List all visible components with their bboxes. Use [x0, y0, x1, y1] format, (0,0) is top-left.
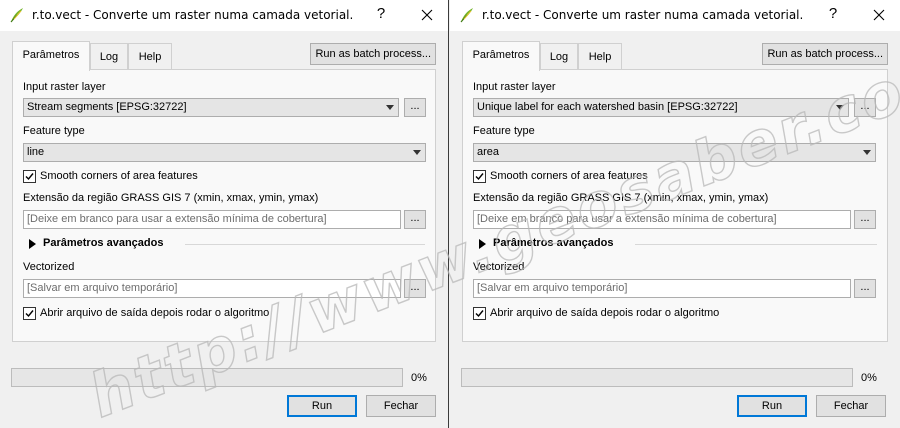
tab-help[interactable]: Help [128, 43, 172, 69]
batch-process-button[interactable]: Run as batch process... [310, 43, 436, 65]
checkbox-box[interactable] [473, 170, 486, 183]
chevron-down-icon [413, 150, 421, 155]
dialog-right: r.to.vect - Converte um raster numa cama… [450, 0, 900, 428]
vectorized-output-input[interactable]: [Salvar em arquivo temporário] [473, 279, 851, 298]
extent-browse-button[interactable]: ... [404, 210, 426, 229]
input-raster-browse-button[interactable]: ... [404, 98, 426, 117]
progress-bar [461, 368, 853, 387]
window-title: r.to.vect - Converte um raster numa cama… [482, 8, 804, 22]
open-output-label: Abrir arquivo de saída depois rodar o al… [490, 307, 720, 319]
progress-bar [11, 368, 403, 387]
triangle-right-icon [29, 239, 36, 249]
advanced-parameters-toggle[interactable]: Parâmetros avançados [29, 237, 425, 251]
vectorized-output-input[interactable]: [Salvar em arquivo temporário] [23, 279, 401, 298]
help-icon[interactable]: ? [371, 5, 391, 22]
chevron-down-icon [836, 105, 844, 110]
progress-percent: 0% [411, 372, 427, 384]
feature-type-select[interactable]: line [23, 143, 426, 162]
title-bar: r.to.vect - Converte um raster numa cama… [450, 0, 900, 31]
feature-type-select[interactable]: area [473, 143, 876, 162]
dialog-left: r.to.vect - Converte um raster numa cama… [0, 0, 449, 428]
input-raster-label: Input raster layer [473, 81, 556, 93]
help-icon[interactable]: ? [823, 5, 843, 22]
input-raster-value: Stream segments [EPSG:32722] [27, 101, 187, 113]
vectorized-browse-button[interactable]: ... [854, 279, 876, 298]
advanced-parameters-toggle[interactable]: Parâmetros avançados [479, 237, 877, 251]
vectorized-browse-button[interactable]: ... [404, 279, 426, 298]
tab-log[interactable]: Log [540, 43, 578, 69]
run-button[interactable]: Run [737, 395, 807, 417]
advanced-parameters-label: Parâmetros avançados [43, 237, 164, 249]
parameters-panel: Input raster layer Unique label for each… [462, 69, 888, 342]
checkbox-box[interactable] [23, 307, 36, 320]
extent-label: Extensão da região GRASS GIS 7 (xmin, xm… [23, 192, 319, 204]
open-output-label: Abrir arquivo de saída depois rodar o al… [40, 307, 270, 319]
check-icon [475, 310, 484, 318]
parameters-panel: Input raster layer Stream segments [EPSG… [12, 69, 436, 342]
vectorized-label: Vectorized [23, 261, 75, 273]
feature-type-value: area [477, 146, 500, 158]
tab-log[interactable]: Log [90, 43, 128, 69]
close-icon[interactable] [416, 4, 438, 26]
close-icon[interactable] [868, 4, 890, 26]
extent-input[interactable]: [Deixe em branco para usar a extensão mí… [473, 210, 851, 229]
tab-parametros[interactable]: Parâmetros [462, 41, 540, 71]
feature-type-value: line [27, 146, 45, 158]
progress-percent: 0% [861, 372, 877, 384]
input-raster-browse-button[interactable]: ... [854, 98, 876, 117]
qgis-icon [459, 7, 475, 23]
batch-process-button[interactable]: Run as batch process... [762, 43, 888, 65]
feature-type-label: Feature type [473, 125, 535, 137]
smooth-corners-label: Smooth corners of area features [40, 170, 198, 182]
advanced-parameters-label: Parâmetros avançados [493, 237, 614, 249]
qgis-icon [9, 7, 25, 23]
feature-type-label: Feature type [23, 125, 85, 137]
check-icon [25, 173, 34, 181]
close-button[interactable]: Fechar [816, 395, 886, 417]
triangle-right-icon [479, 239, 486, 249]
window-title: r.to.vect - Converte um raster numa cama… [32, 8, 354, 22]
close-button[interactable]: Fechar [366, 395, 436, 417]
checkbox-box[interactable] [473, 307, 486, 320]
check-icon [25, 310, 34, 318]
check-icon [475, 173, 484, 181]
extent-input[interactable]: [Deixe em branco para usar a extensão mí… [23, 210, 401, 229]
checkbox-box[interactable] [23, 170, 36, 183]
separator [185, 244, 425, 245]
title-bar: r.to.vect - Converte um raster numa cama… [0, 0, 448, 31]
extent-browse-button[interactable]: ... [854, 210, 876, 229]
tab-help[interactable]: Help [578, 43, 622, 69]
smooth-corners-label: Smooth corners of area features [490, 170, 648, 182]
run-button[interactable]: Run [287, 395, 357, 417]
tab-parametros[interactable]: Parâmetros [12, 41, 90, 71]
chevron-down-icon [863, 150, 871, 155]
input-raster-label: Input raster layer [23, 81, 106, 93]
vectorized-label: Vectorized [473, 261, 525, 273]
input-raster-select[interactable]: Stream segments [EPSG:32722] [23, 98, 399, 117]
input-raster-select[interactable]: Unique label for each watershed basin [E… [473, 98, 849, 117]
extent-label: Extensão da região GRASS GIS 7 (xmin, xm… [473, 192, 769, 204]
separator [635, 244, 877, 245]
chevron-down-icon [386, 105, 394, 110]
input-raster-value: Unique label for each watershed basin [E… [477, 101, 738, 113]
